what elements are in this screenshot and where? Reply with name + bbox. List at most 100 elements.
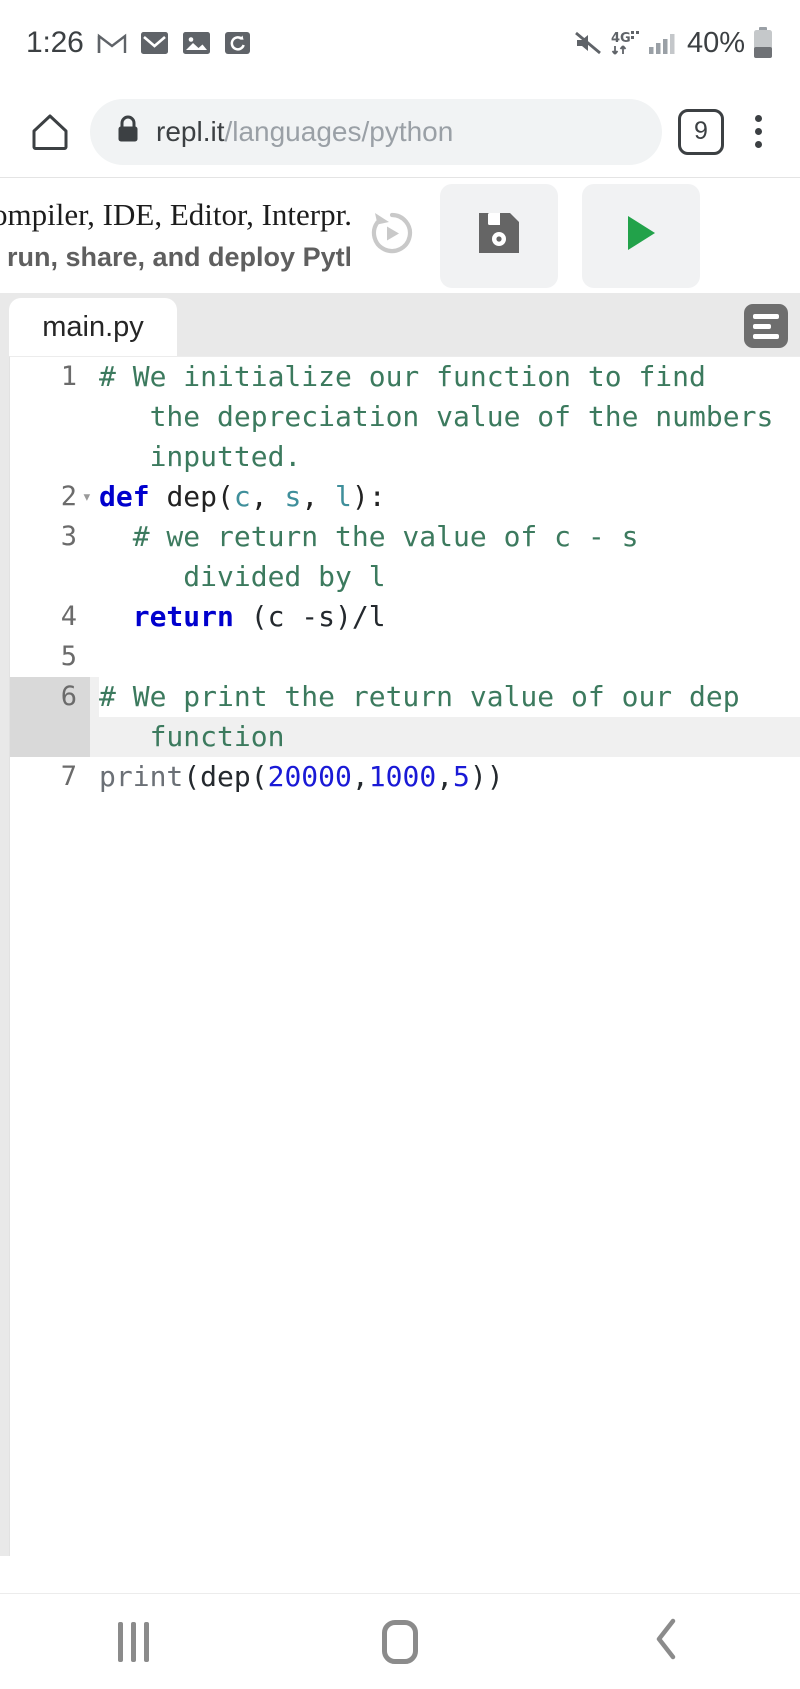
- run-button[interactable]: [582, 183, 700, 288]
- code-token: 1000: [368, 760, 437, 793]
- code-visual-row: def dep(c, s, l):: [99, 477, 800, 517]
- code-token: 20000: [267, 760, 352, 793]
- kebab-dot: [754, 128, 762, 135]
- line-number: 2 ▾: [10, 477, 92, 517]
- battery-icon: [752, 27, 774, 59]
- code-token: ):: [351, 480, 386, 513]
- kebab-dot: [754, 115, 762, 122]
- code-text: print(dep(20000,1000,5)): [90, 757, 800, 797]
- back-chevron-icon: [651, 1615, 683, 1668]
- code-editor[interactable]: 1 # We initialize our function to find th…: [9, 356, 800, 1556]
- code-token: inputted.: [99, 440, 302, 473]
- code-line[interactable]: 5: [10, 637, 800, 677]
- code-token: def: [99, 480, 167, 513]
- line-number: 5: [60, 641, 77, 672]
- lock-icon: [116, 114, 140, 149]
- status-bar-right: 4G 40%: [574, 27, 774, 60]
- code-token: ,: [250, 480, 285, 513]
- address-bar[interactable]: repl.it/languages/python: [90, 98, 662, 165]
- code-visual-row: function: [99, 717, 800, 757]
- code-visual-row: the depreciation value of the numbers: [99, 397, 800, 437]
- code-token: # we return the value of c - s: [99, 520, 639, 553]
- code-line[interactable]: 6 # We print the return value of our dep …: [10, 677, 800, 757]
- history-revert-icon: [363, 204, 421, 267]
- alarm-icon: [224, 30, 251, 56]
- code-line[interactable]: 2 ▾ def dep(c, s, l):: [10, 477, 800, 517]
- line-number: 1: [60, 361, 77, 392]
- browser-menu-button[interactable]: [734, 104, 782, 160]
- format-lines-icon[interactable]: [744, 304, 788, 348]
- kebab-dot: [754, 141, 762, 148]
- code-token: (dep(: [183, 760, 268, 793]
- tab-count-label: 9: [694, 117, 708, 145]
- code-token: c: [233, 480, 251, 513]
- home-button[interactable]: [22, 104, 78, 160]
- code-token: ,: [301, 480, 336, 513]
- code-token: function: [99, 720, 285, 753]
- code-token: (c -s)/l: [233, 600, 386, 633]
- back-button[interactable]: [607, 1594, 727, 1689]
- svg-text:4G: 4G: [611, 31, 631, 46]
- line-number: 6: [10, 677, 90, 757]
- code-visual-row: # We initialize our function to find: [99, 357, 800, 397]
- browser-toolbar: repl.it/languages/python 9: [0, 86, 800, 178]
- mail-icon: [140, 30, 169, 56]
- recents-button[interactable]: [73, 1594, 193, 1689]
- code-token: # We initialize our function to find: [99, 360, 706, 393]
- code-line[interactable]: 3 # we return the value of c - s divided…: [10, 517, 800, 597]
- page-title: ompiler, IDE, Editor, Interpr...: [0, 196, 350, 232]
- play-run-icon: [621, 211, 661, 260]
- code-visual-row: return (c -s)/l: [99, 597, 800, 637]
- code-line[interactable]: 4 return (c -s)/l: [10, 597, 800, 637]
- code-token: ,: [351, 760, 369, 793]
- photos-icon: [182, 30, 211, 56]
- code-visual-row: # We print the return value of our dep: [99, 677, 800, 717]
- code-line[interactable]: 1 # We initialize our function to find th…: [10, 357, 800, 477]
- file-tab-main-py[interactable]: main.py: [9, 298, 177, 356]
- status-bar-left: 1:26: [26, 26, 251, 60]
- save-button[interactable]: [440, 183, 558, 288]
- code-text: [90, 637, 800, 677]
- code-line[interactable]: 7 print(dep(20000,1000,5)): [10, 757, 800, 797]
- line-number: 7: [60, 761, 77, 792]
- url-text: repl.it/languages/python: [156, 116, 453, 148]
- history-button[interactable]: [360, 204, 424, 268]
- url-domain: repl.it: [156, 115, 225, 147]
- code-token: the depreciation value of the numbers: [99, 400, 774, 433]
- mute-icon: [574, 30, 604, 56]
- line-number: 4: [60, 601, 77, 632]
- home-nav-button[interactable]: [340, 1594, 460, 1689]
- file-tab-strip: main.py: [9, 293, 800, 356]
- floppy-save-icon: [476, 210, 522, 261]
- status-time: 1:26: [26, 26, 84, 59]
- status-bar: 1:26 4G 40%: [0, 0, 800, 86]
- code-token: )): [469, 760, 504, 793]
- code-text: # We initialize our function to find the…: [90, 357, 800, 477]
- network-4g-plus-icon: 4G: [611, 29, 641, 57]
- phone-screen: 1:26 4G 40% repl.it/languages/python 9 o…: [0, 0, 800, 1689]
- code-visual-row: [99, 637, 800, 677]
- code-visual-row: inputted.: [99, 437, 800, 477]
- code-token: print: [99, 760, 184, 793]
- editor-region: main.py 1 # We initialize our function to…: [0, 293, 800, 1556]
- home-square-icon: [381, 1619, 418, 1664]
- page-title-block: ompiler, IDE, Editor, Interpr... , run, …: [0, 196, 350, 275]
- code-text: # we return the value of c - s divided b…: [90, 517, 800, 597]
- android-nav-bar: [0, 1593, 800, 1689]
- code-visual-row: divided by l: [99, 557, 800, 597]
- code-token: ,: [436, 760, 454, 793]
- code-text: return (c -s)/l: [90, 597, 800, 637]
- code-text: def dep(c, s, l):: [90, 477, 800, 517]
- signal-bars-icon: [648, 30, 678, 56]
- code-token: divided by l: [99, 560, 386, 593]
- code-token: l: [335, 480, 352, 513]
- file-tab-label: main.py: [42, 310, 144, 343]
- tab-counter-button[interactable]: 9: [678, 108, 724, 155]
- code-token: 5: [453, 760, 470, 793]
- fold-arrow-icon[interactable]: ▾: [82, 477, 92, 517]
- code-visual-row: print(dep(20000,1000,5)): [99, 757, 800, 797]
- code-token: return: [132, 600, 234, 633]
- gmail-icon: [97, 31, 127, 55]
- url-path: /languages/python: [224, 115, 454, 147]
